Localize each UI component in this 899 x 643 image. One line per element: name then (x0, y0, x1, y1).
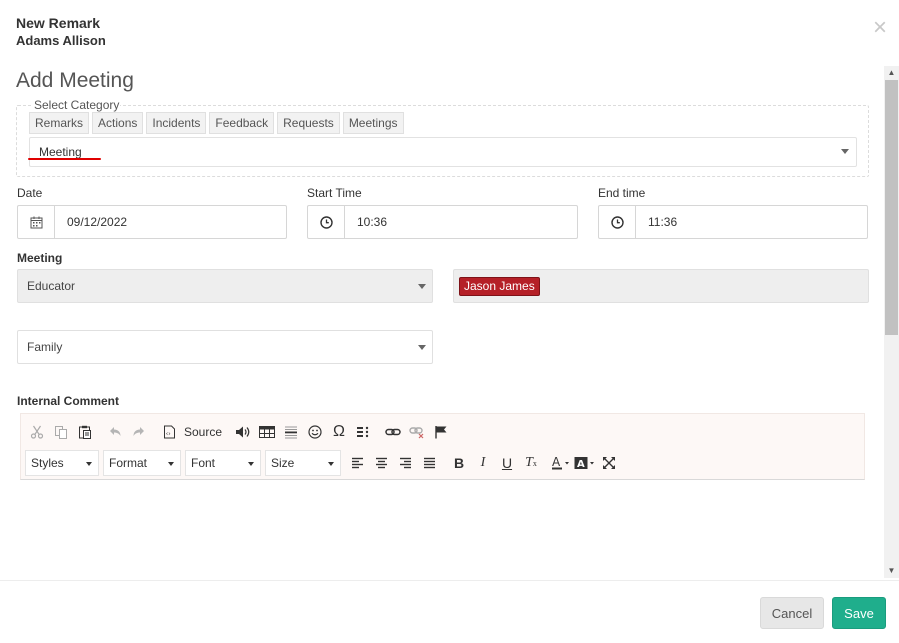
category-select[interactable]: Meeting (28, 137, 857, 167)
tab-remarks[interactable]: Remarks (29, 112, 90, 134)
unlink-icon[interactable] (405, 421, 429, 443)
modal-subtitle: Adams Allison (16, 33, 106, 48)
copy-icon[interactable] (49, 421, 73, 443)
align-right-icon[interactable] (393, 452, 417, 474)
chevron-down-icon (841, 149, 849, 154)
meeting-type-select[interactable]: Educator (17, 269, 433, 303)
chevron-down-icon (248, 462, 254, 466)
category-select-value: Meeting (39, 145, 82, 159)
internal-comment-label: Internal Comment (17, 394, 120, 408)
category-fieldset: Select Category Remarks Actions Incident… (16, 98, 869, 177)
participants-select[interactable]: Jason James (453, 269, 869, 303)
text-color-icon[interactable]: A (549, 452, 573, 474)
start-time-label: Start Time (307, 186, 362, 200)
scrollbar-thumb[interactable] (885, 80, 898, 335)
table-icon[interactable] (255, 421, 279, 443)
align-justify-icon[interactable] (417, 452, 441, 474)
tab-requests[interactable]: Requests (277, 112, 340, 134)
category-underline (28, 158, 101, 160)
date-value: 09/12/2022 (67, 215, 128, 229)
page-break-icon[interactable] (351, 421, 375, 443)
meeting-group-value: Family (27, 340, 63, 354)
start-time-value: 10:36 (357, 215, 388, 229)
align-left-icon[interactable] (345, 452, 369, 474)
tab-meetings[interactable]: Meetings (342, 112, 404, 134)
modal-body: Add Meeting Select Category Remarks Acti… (0, 62, 884, 580)
start-time-field[interactable]: 10:36 (307, 205, 578, 239)
anchor-flag-icon[interactable] (429, 421, 453, 443)
form-title: Add Meeting (16, 69, 134, 92)
meeting-label: Meeting (17, 251, 63, 265)
underline-icon[interactable]: U (495, 452, 519, 474)
calendar-icon[interactable] (18, 206, 55, 238)
chevron-down-icon (418, 284, 426, 289)
omega-icon[interactable]: Ω (327, 421, 351, 443)
horizontal-rule-icon[interactable] (279, 421, 303, 443)
modal-footer: Cancel Save (0, 580, 899, 643)
modal-header: New Remark Adams Allison (16, 15, 106, 49)
tab-feedback[interactable]: Feedback (209, 112, 275, 134)
editor-toolbar: ‹› Source Ω Styles Format Font Size B I … (20, 413, 865, 480)
smiley-icon[interactable] (303, 421, 327, 443)
clock-icon[interactable] (308, 206, 345, 238)
font-combo[interactable]: Font (185, 450, 261, 476)
chevron-down-icon (328, 462, 334, 466)
toolbar-row-2: Styles Format Font Size B I U T x A A (25, 450, 621, 476)
maximize-icon[interactable] (597, 452, 621, 474)
new-remark-modal: New Remark Adams Allison × Add Meeting S… (0, 0, 899, 643)
size-combo[interactable]: Size (265, 450, 341, 476)
background-color-icon[interactable]: A (573, 452, 597, 474)
end-time-label: End time (598, 186, 646, 200)
svg-text:A: A (552, 456, 561, 469)
meeting-type-value: Educator (27, 279, 76, 293)
source-icon[interactable]: ‹› (157, 421, 181, 443)
category-legend: Select Category (33, 98, 121, 112)
scroll-down-icon[interactable]: ▼ (884, 564, 899, 578)
date-label: Date (17, 186, 43, 200)
remove-format-icon[interactable]: Tx (519, 452, 543, 474)
undo-icon[interactable] (103, 421, 127, 443)
end-time-value: 11:36 (648, 215, 678, 229)
modal-scrollbar[interactable]: ▲ ▼ (884, 66, 899, 578)
category-tabs: Remarks Actions Incidents Feedback Reque… (29, 112, 404, 134)
svg-text:A: A (577, 459, 585, 470)
italic-icon[interactable]: I (471, 452, 495, 474)
chevron-down-icon (86, 462, 92, 466)
date-field[interactable]: 09/12/2022 (17, 205, 287, 239)
source-button[interactable]: Source (181, 421, 225, 443)
bold-icon[interactable]: B (447, 452, 471, 474)
chevron-down-icon (168, 462, 174, 466)
svg-text:‹›: ‹› (165, 431, 170, 438)
size-combo-label: Size (271, 456, 295, 470)
styles-combo-label: Styles (31, 456, 64, 470)
paste-icon[interactable] (73, 421, 97, 443)
speaker-icon[interactable] (231, 421, 255, 443)
tab-actions[interactable]: Actions (92, 112, 144, 134)
chevron-down-icon (418, 345, 426, 350)
styles-combo[interactable]: Styles (25, 450, 99, 476)
meeting-group-select[interactable]: Family (17, 330, 433, 364)
link-icon[interactable] (381, 421, 405, 443)
rich-text-editor: ‹› Source Ω Styles Format Font Size B I … (20, 413, 865, 580)
save-button[interactable]: Save (832, 597, 886, 629)
toolbar-row-1: ‹› Source Ω (25, 421, 453, 443)
cut-icon[interactable] (25, 421, 49, 443)
end-time-field[interactable]: 11:36 (598, 205, 868, 239)
format-combo-label: Format (109, 456, 148, 470)
editor-content-area[interactable] (20, 480, 865, 580)
tab-incidents[interactable]: Incidents (146, 112, 207, 134)
close-icon[interactable]: × (873, 16, 887, 40)
format-combo[interactable]: Format (103, 450, 181, 476)
cancel-button[interactable]: Cancel (760, 597, 824, 629)
redo-icon[interactable] (127, 421, 151, 443)
scroll-up-icon[interactable]: ▲ (884, 66, 899, 80)
align-center-icon[interactable] (369, 452, 393, 474)
participant-tag[interactable]: Jason James (459, 277, 540, 296)
modal-title: New Remark (16, 15, 101, 31)
font-combo-label: Font (191, 456, 216, 470)
clock-icon[interactable] (599, 206, 636, 238)
